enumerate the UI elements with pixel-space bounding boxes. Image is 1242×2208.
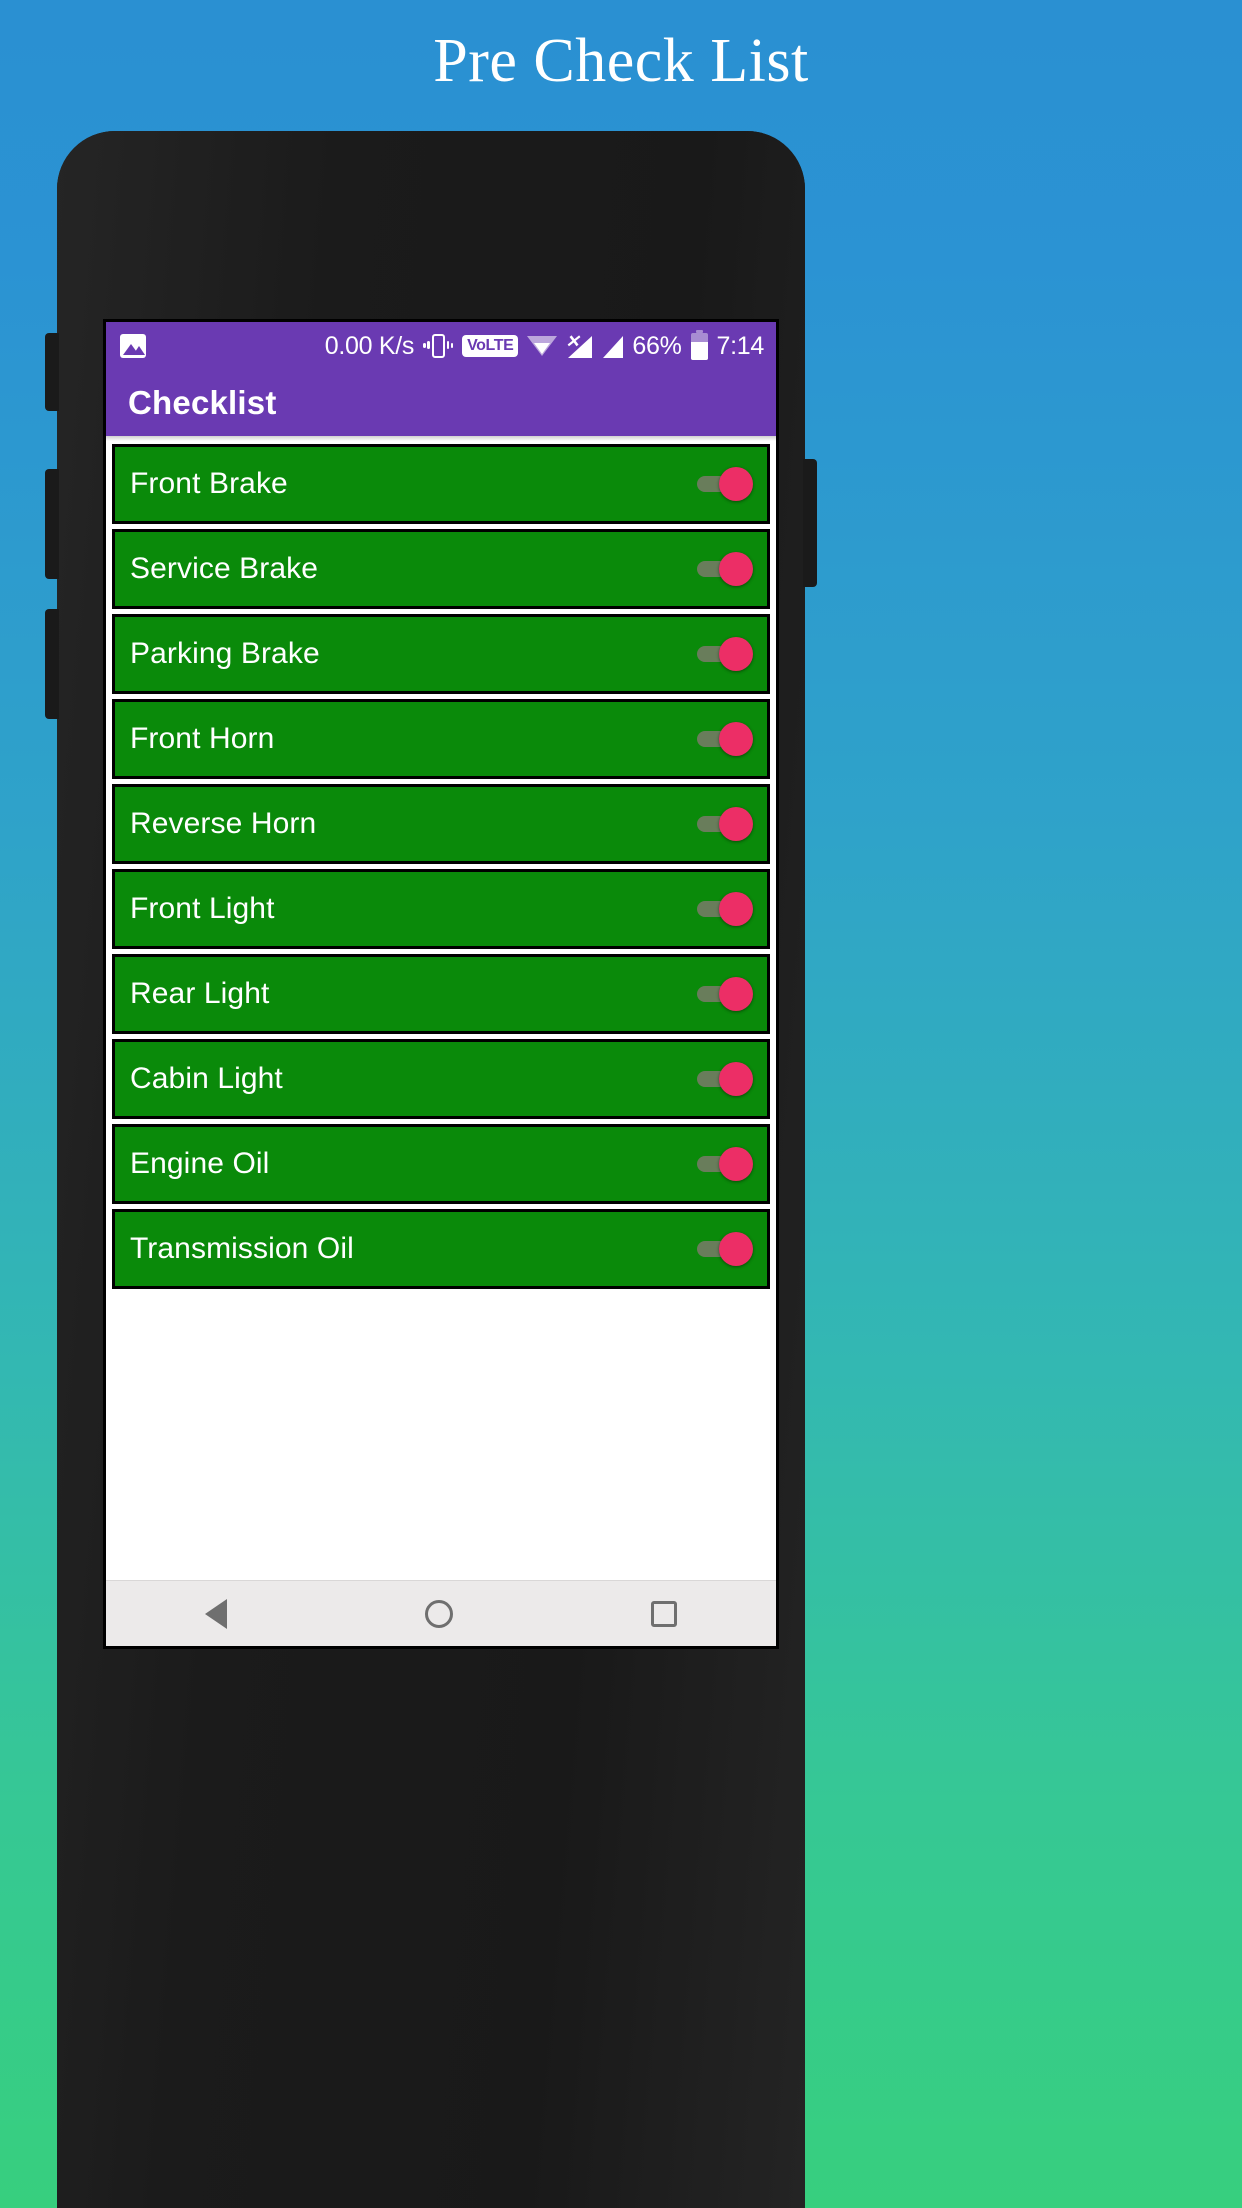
phone-button-volume-up [45, 469, 59, 579]
toggle-thumb [719, 467, 753, 501]
checklist-row[interactable]: Reverse Horn [112, 784, 770, 864]
signal-no-sim-icon: ✕ [565, 333, 593, 358]
phone-mockup: 0.00 K/s VoLTE ✕ 66% 7:14 Checklist Fron… [45, 131, 817, 2208]
app-bar-title: Checklist [128, 384, 277, 421]
status-bar-right: 0.00 K/s VoLTE ✕ 66% 7:14 [324, 329, 765, 360]
phone-button-left-top [45, 333, 59, 411]
checklist-item-label: Front Brake [130, 467, 288, 500]
checklist-item-toggle[interactable] [697, 552, 753, 586]
checklist-row[interactable]: Front Horn [112, 699, 770, 779]
checklist-row[interactable]: Service Brake [112, 529, 770, 609]
phone-button-volume-down [45, 609, 59, 719]
checklist-item-label: Service Brake [130, 552, 319, 585]
signal-icon [601, 334, 624, 358]
toggle-thumb [719, 552, 753, 586]
toggle-thumb [719, 1062, 753, 1096]
checklist-row[interactable]: Rear Light [112, 954, 770, 1034]
checklist-item-label: Transmission Oil [130, 1232, 354, 1265]
checklist: Front Brake Service Brake Parking Brake Fro… [106, 441, 776, 1289]
clock-label: 7:14 [716, 331, 765, 360]
status-bar: 0.00 K/s VoLTE ✕ 66% 7:14 [106, 322, 776, 370]
checklist-item-label: Rear Light [130, 977, 270, 1010]
checklist-item-toggle[interactable] [697, 892, 753, 926]
network-speed-label: 0.00 K/s [324, 331, 415, 360]
checklist-item-toggle[interactable] [697, 1062, 753, 1096]
battery-percent-label: 66% [632, 331, 682, 360]
checklist-item-toggle[interactable] [697, 1147, 753, 1181]
checklist-item-toggle[interactable] [697, 722, 753, 756]
toggle-thumb [719, 977, 753, 1011]
checklist-row[interactable]: Front Light [112, 869, 770, 949]
toggle-thumb [719, 1232, 753, 1266]
checklist-row[interactable]: Front Brake [112, 444, 770, 524]
vibrate-icon [423, 332, 454, 360]
wifi-icon [527, 334, 558, 358]
toggle-thumb [719, 1147, 753, 1181]
home-icon[interactable] [425, 1599, 453, 1628]
app-bar: Checklist [106, 370, 776, 436]
checklist-row[interactable]: Cabin Light [112, 1039, 770, 1119]
phone-screen: 0.00 K/s VoLTE ✕ 66% 7:14 Checklist Fron… [103, 319, 779, 1649]
checklist-item-toggle[interactable] [697, 1232, 753, 1266]
volte-icon: VoLTE [462, 334, 519, 358]
checklist-item-toggle[interactable] [697, 807, 753, 841]
checklist-item-label: Cabin Light [130, 1062, 283, 1095]
checklist-item-label: Reverse Horn [130, 807, 317, 840]
checklist-row[interactable]: Transmission Oil [112, 1209, 770, 1289]
page-title: Pre Check List [433, 27, 809, 95]
checklist-row[interactable]: Engine Oil [112, 1124, 770, 1204]
checklist-row[interactable]: Parking Brake [112, 614, 770, 694]
back-icon[interactable] [205, 1598, 227, 1629]
checklist-item-label: Front Light [130, 892, 275, 925]
system-nav-bar [106, 1580, 776, 1646]
toggle-thumb [719, 637, 753, 671]
checklist-item-toggle[interactable] [697, 467, 753, 501]
checklist-item-label: Front Horn [130, 722, 275, 755]
battery-icon [690, 329, 708, 360]
checklist-item-toggle[interactable] [697, 977, 753, 1011]
status-bar-left [120, 334, 146, 358]
phone-button-power [803, 459, 817, 587]
toggle-thumb [719, 807, 753, 841]
recents-icon[interactable] [651, 1600, 677, 1627]
image-icon [120, 334, 146, 358]
checklist-item-label: Parking Brake [130, 637, 320, 670]
checklist-item-label: Engine Oil [130, 1147, 270, 1180]
checklist-item-toggle[interactable] [697, 637, 753, 671]
toggle-thumb [719, 892, 753, 926]
toggle-thumb [719, 722, 753, 756]
